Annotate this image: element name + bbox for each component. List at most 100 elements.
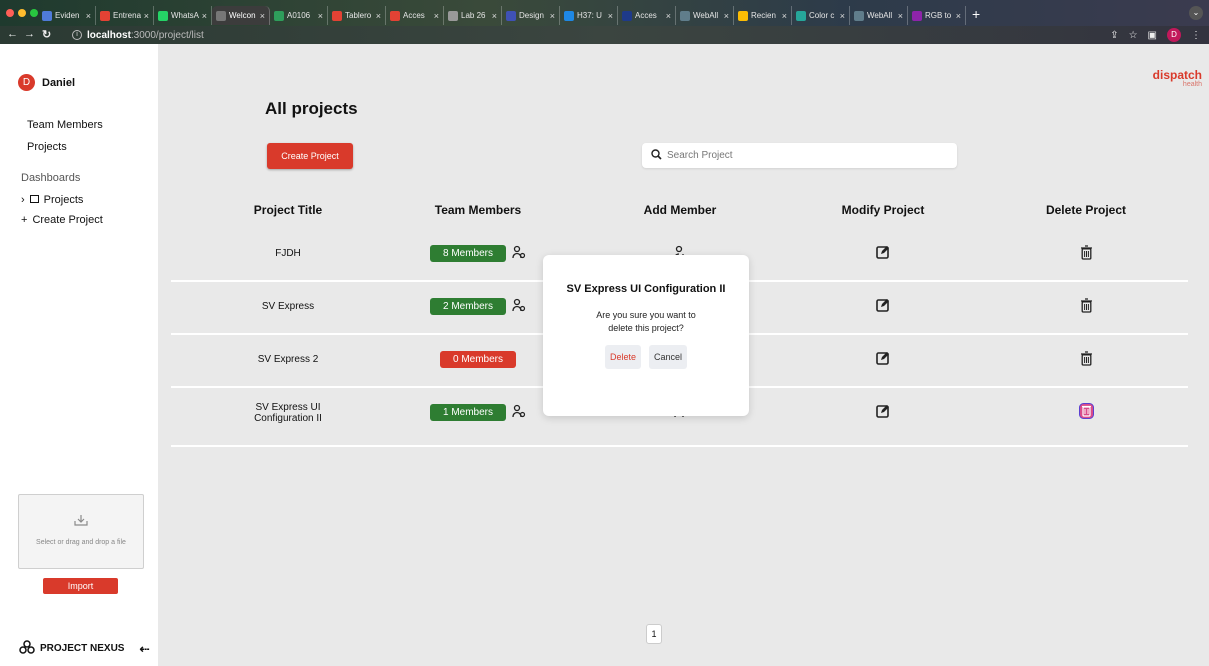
close-tab-icon[interactable]: × [260, 11, 265, 21]
edit-icon[interactable] [876, 298, 890, 315]
browser-tab[interactable]: Design × [502, 6, 560, 25]
browser-tab-bar: Eviden × Entrena × WhatsA × Welcon × A0106 × Table… [0, 0, 1209, 26]
favicon-icon [42, 10, 52, 21]
edit-icon[interactable] [876, 351, 890, 368]
sidebar-item-team-members[interactable]: Team Members [27, 119, 103, 131]
maximize-window-button[interactable] [30, 9, 38, 17]
close-tab-icon[interactable]: × [144, 11, 149, 21]
pagination-page-button[interactable]: 1 [646, 624, 662, 644]
bookmark-star-icon[interactable]: ☆ [1129, 30, 1138, 41]
reload-icon[interactable]: ↻ [42, 28, 51, 41]
tree-item-projects[interactable]: › Projects [21, 194, 83, 206]
project-title-cell: FJDH [188, 228, 388, 279]
share-icon[interactable]: ⇪ [1110, 30, 1118, 41]
tab-title: Recien [751, 11, 776, 20]
menu-dots-icon[interactable]: ⋮ [1191, 30, 1201, 41]
search-input[interactable] [667, 150, 947, 161]
tab-search-icon[interactable]: ⌄ [1189, 6, 1203, 20]
column-header-modify: Modify Project [841, 203, 925, 217]
close-tab-icon[interactable]: × [434, 11, 439, 21]
close-tab-icon[interactable]: × [550, 11, 555, 21]
close-tab-icon[interactable]: × [608, 11, 613, 21]
back-icon[interactable]: ← [7, 28, 18, 40]
close-tab-icon[interactable]: × [898, 11, 903, 21]
search-box[interactable] [642, 143, 957, 168]
modify-project-cell [783, 281, 983, 332]
members-badge[interactable]: 8 Members [429, 245, 506, 262]
delete-project-cell [986, 387, 1186, 438]
tree-item-create-project[interactable]: + Create Project [21, 214, 103, 226]
close-tab-icon[interactable]: × [376, 11, 381, 21]
close-tab-icon[interactable]: × [666, 11, 671, 21]
sidebar-item-projects[interactable]: Projects [27, 141, 67, 153]
browser-tab[interactable]: WhatsA × [154, 6, 212, 25]
import-button[interactable]: Import [43, 578, 118, 594]
url-path: :3000/project/list [130, 29, 204, 41]
close-tab-icon[interactable]: × [492, 11, 497, 21]
browser-tab[interactable]: Tablero × [328, 6, 386, 25]
browser-tab[interactable]: H37: U × [560, 6, 618, 25]
close-tab-icon[interactable]: × [782, 11, 787, 21]
tab-title: Entrena [113, 11, 141, 20]
file-dropzone[interactable]: Select or drag and drop a file [18, 494, 144, 569]
team-members-icon[interactable] [512, 245, 526, 262]
user-name: Daniel [42, 76, 76, 89]
tab-title: RGB to [925, 11, 952, 20]
confirm-delete-button[interactable]: Delete [604, 345, 641, 369]
members-badge[interactable]: 0 Members [439, 351, 516, 368]
side-panel-icon[interactable]: ▣ [1148, 30, 1157, 41]
logout-icon[interactable]: ⇠ [139, 642, 149, 656]
delete-project-cell [986, 281, 1186, 332]
browser-tab[interactable]: WebAll × [850, 6, 908, 25]
tree-item-label: Create Project [32, 214, 103, 226]
members-badge[interactable]: 1 Members [429, 404, 506, 421]
team-members-icon[interactable] [512, 404, 526, 421]
dropzone-text: Select or drag and drop a file [36, 539, 126, 546]
trash-icon[interactable] [1078, 403, 1094, 422]
project-title: SV Express [261, 301, 315, 312]
edit-icon[interactable] [876, 245, 890, 262]
close-tab-icon[interactable]: × [840, 11, 845, 21]
new-tab-button[interactable]: + [972, 4, 980, 26]
browser-tab[interactable]: Color c × [792, 6, 850, 25]
browser-tab[interactable]: Lab 26 × [444, 6, 502, 25]
trash-icon[interactable] [1080, 244, 1093, 263]
edit-icon[interactable] [876, 404, 890, 421]
members-badge[interactable]: 2 Members [429, 298, 506, 315]
address-bar[interactable]: i localhost:3000/project/list [72, 28, 1092, 42]
browser-tab[interactable]: Recien × [734, 6, 792, 25]
trash-icon[interactable] [1080, 297, 1093, 316]
url-host: localhost [87, 29, 131, 41]
browser-tab[interactable]: RGB to × [908, 6, 966, 25]
browser-tab[interactable]: Acces × [618, 6, 676, 25]
browser-tab[interactable]: A0106 × [270, 6, 328, 25]
create-project-button[interactable]: Create Project [267, 143, 353, 169]
close-tab-icon[interactable]: × [724, 11, 729, 21]
browser-tab[interactable]: WebAll × [676, 6, 734, 25]
favicon-icon [738, 10, 748, 21]
team-members-icon[interactable] [512, 298, 526, 315]
browser-tab[interactable]: Acces × [386, 6, 444, 25]
tab-title: Acces [635, 11, 657, 20]
modify-project-cell [783, 334, 983, 385]
project-title-cell: SV Express [188, 281, 388, 332]
close-tab-icon[interactable]: × [956, 11, 961, 21]
trash-icon[interactable] [1080, 350, 1093, 369]
browser-tab[interactable]: Entrena × [96, 6, 154, 25]
tab-title: Tablero [345, 11, 372, 20]
profile-avatar[interactable]: D [1167, 28, 1181, 42]
cancel-button[interactable]: Cancel [649, 345, 688, 369]
forward-icon[interactable]: → [24, 28, 35, 40]
minimize-window-button[interactable] [18, 9, 26, 17]
close-tab-icon[interactable]: × [318, 11, 323, 21]
favicon-icon [680, 10, 690, 21]
site-info-icon[interactable]: i [72, 30, 82, 40]
favicon-icon [332, 10, 342, 21]
close-tab-icon[interactable]: × [86, 11, 91, 21]
close-window-button[interactable] [6, 9, 14, 17]
user-profile[interactable]: D Daniel [18, 74, 75, 91]
close-tab-icon[interactable]: × [202, 11, 207, 21]
browser-tab[interactable]: Eviden × [38, 6, 96, 25]
browser-tab[interactable]: Welcon × [212, 6, 270, 25]
favicon-icon [158, 10, 168, 21]
